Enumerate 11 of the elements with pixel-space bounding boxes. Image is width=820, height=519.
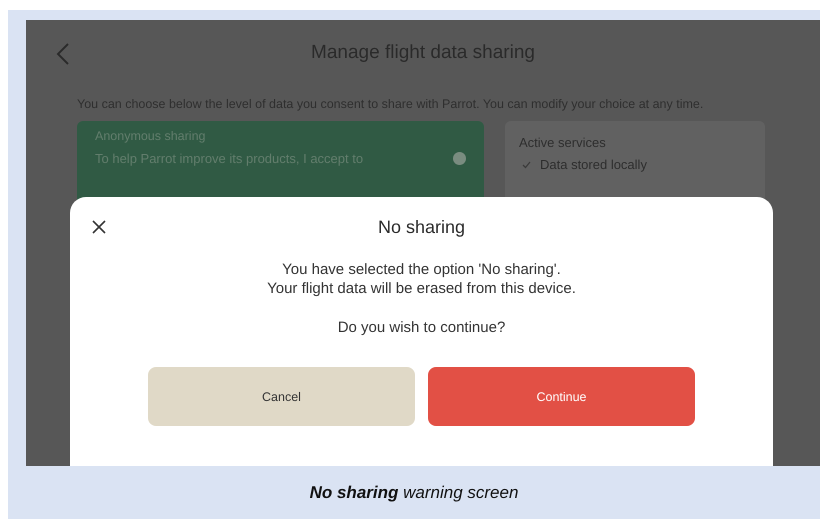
check-icon: [522, 160, 531, 168]
cancel-button[interactable]: Cancel: [148, 367, 415, 426]
dialog-question: Do you wish to continue?: [338, 319, 506, 336]
radio-icon[interactable]: [453, 152, 466, 165]
back-icon[interactable]: [56, 42, 70, 66]
dialog-message: You have selected the option 'No sharing'.: [282, 260, 561, 279]
dialog-title: No sharing: [378, 217, 466, 238]
continue-button[interactable]: Continue: [428, 367, 695, 426]
close-icon[interactable]: [92, 220, 106, 234]
dialog-message: Your flight data will be erased from this device.: [267, 279, 576, 298]
figure-caption: No sharing warning screen: [310, 482, 518, 502]
